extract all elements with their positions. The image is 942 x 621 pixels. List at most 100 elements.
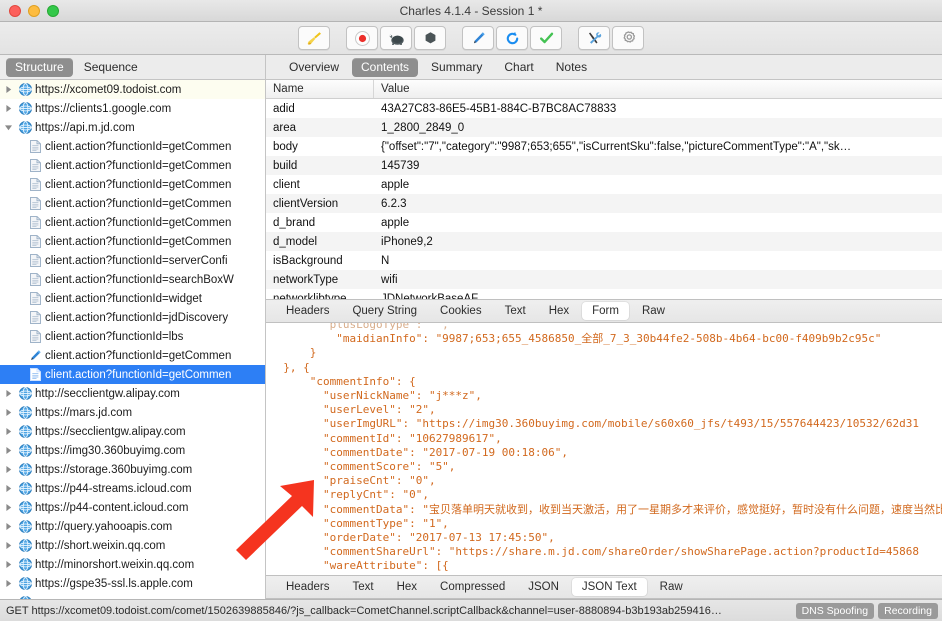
- resp-subtab-hex[interactable]: Hex: [387, 578, 427, 596]
- table-cell-value: wifi: [374, 274, 942, 286]
- disclosure-triangle-down-icon[interactable]: [0, 123, 16, 132]
- tree-request-row[interactable]: client.action?functionId=serverConfi: [0, 251, 265, 270]
- tab-contents[interactable]: Contents: [352, 58, 418, 77]
- table-row[interactable]: body{"offset":"7","category":"9987;653;6…: [266, 137, 942, 156]
- tab-summary[interactable]: Summary: [422, 58, 491, 77]
- table-row[interactable]: adid43A27C83-86E5-45B1-884C-B7BC8AC78833: [266, 99, 942, 118]
- disclosure-triangle-right-icon[interactable]: [0, 579, 16, 588]
- status-badge-dns-spoofing[interactable]: DNS Spoofing: [796, 603, 875, 619]
- tree-request-row[interactable]: client.action?functionId=getCommen: [0, 194, 265, 213]
- tree-request-row[interactable]: client.action?functionId=getCommen: [0, 346, 265, 365]
- tree-request-row[interactable]: client.action?functionId=widget: [0, 289, 265, 308]
- tools-button[interactable]: [578, 26, 610, 50]
- subtab-headers[interactable]: Headers: [276, 302, 339, 320]
- disclosure-triangle-right-icon[interactable]: [0, 408, 16, 417]
- table-row[interactable]: d_brandapple: [266, 213, 942, 232]
- table-row[interactable]: clientVersion6.2.3: [266, 194, 942, 213]
- table-row[interactable]: isBackgroundN: [266, 251, 942, 270]
- tab-notes[interactable]: Notes: [547, 58, 596, 77]
- tree-host-row[interactable]: http://minorshort.weixin.qq.com: [0, 555, 265, 574]
- close-button[interactable]: [9, 5, 21, 17]
- globe-icon: [16, 83, 35, 96]
- tree-host-row[interactable]: http://query.yahooapis.com: [0, 517, 265, 536]
- tab-overview[interactable]: Overview: [280, 58, 348, 77]
- subtab-cookies[interactable]: Cookies: [430, 302, 492, 320]
- tab-sequence[interactable]: Sequence: [75, 58, 147, 77]
- tree-request-row[interactable]: client.action?functionId=jdDiscovery: [0, 308, 265, 327]
- request-form-table[interactable]: Name Value adid43A27C83-86E5-45B1-884C-B…: [266, 80, 942, 299]
- tree-host-row[interactable]: http://short.weixin.qq.com: [0, 536, 265, 555]
- tree-host-row[interactable]: https://secclientgw.alipay.com: [0, 422, 265, 441]
- resp-subtab-headers[interactable]: Headers: [276, 578, 339, 596]
- table-row[interactable]: area1_2800_2849_0: [266, 118, 942, 137]
- column-header-value[interactable]: Value: [374, 80, 942, 98]
- resp-subtab-raw[interactable]: Raw: [650, 578, 693, 596]
- table-cell-value: JDNetworkBaseAF: [374, 293, 942, 300]
- record-button[interactable]: [346, 26, 378, 50]
- tree-request-row[interactable]: client.action?functionId=getCommen: [0, 156, 265, 175]
- tree-request-row[interactable]: client.action?functionId=getCommen: [0, 365, 265, 384]
- table-row[interactable]: build145739: [266, 156, 942, 175]
- resp-subtab-json-text[interactable]: JSON Text: [572, 578, 647, 596]
- disclosure-triangle-right-icon[interactable]: [0, 541, 16, 550]
- column-header-name[interactable]: Name: [266, 80, 374, 98]
- tree-host-row[interactable]: https://mars.jd.com: [0, 403, 265, 422]
- session-tree[interactable]: https://xcomet09.todoist.comhttps://clie…: [0, 80, 266, 599]
- tree-request-row[interactable]: client.action?functionId=getCommen: [0, 213, 265, 232]
- tree-request-row[interactable]: client.action?functionId=getCommen: [0, 232, 265, 251]
- resp-subtab-json[interactable]: JSON: [518, 578, 569, 596]
- resp-subtab-text[interactable]: Text: [342, 578, 383, 596]
- tree-request-row[interactable]: client.action?functionId=lbs: [0, 327, 265, 346]
- disclosure-triangle-right-icon[interactable]: [0, 85, 16, 94]
- tree-host-row[interactable]: https://img30.360buyimg.com: [0, 441, 265, 460]
- table-row[interactable]: networklibtypeJDNetworkBaseAF: [266, 289, 942, 299]
- disclosure-triangle-right-icon[interactable]: [0, 465, 16, 474]
- minimize-button[interactable]: [28, 5, 40, 17]
- disclosure-triangle-right-icon[interactable]: [0, 598, 16, 599]
- clear-session-button[interactable]: [298, 26, 330, 50]
- tree-host-row[interactable]: https://gspe35-ssl.ls.apple.com: [0, 574, 265, 593]
- tree-request-row[interactable]: client.action?functionId=getCommen: [0, 137, 265, 156]
- tree-row-label: client.action?functionId=getCommen: [45, 141, 231, 153]
- table-row[interactable]: clientapple: [266, 175, 942, 194]
- disclosure-triangle-right-icon[interactable]: [0, 484, 16, 493]
- disclosure-triangle-right-icon[interactable]: [0, 104, 16, 113]
- repeat-button[interactable]: [496, 26, 528, 50]
- tree-host-row[interactable]: [0, 593, 265, 599]
- disclosure-triangle-right-icon[interactable]: [0, 427, 16, 436]
- disclosure-triangle-right-icon[interactable]: [0, 446, 16, 455]
- disclosure-triangle-right-icon[interactable]: [0, 522, 16, 531]
- table-row[interactable]: networkTypewifi: [266, 270, 942, 289]
- response-json-view[interactable]: "plusLogoType": "", "maidianInfo": "9987…: [266, 323, 942, 575]
- validate-button[interactable]: [530, 26, 562, 50]
- tree-request-row[interactable]: client.action?functionId=searchBoxW: [0, 270, 265, 289]
- disclosure-triangle-right-icon[interactable]: [0, 560, 16, 569]
- breakpoints-button[interactable]: [414, 26, 446, 50]
- disclosure-triangle-right-icon[interactable]: [0, 389, 16, 398]
- disclosure-triangle-right-icon[interactable]: [0, 503, 16, 512]
- resp-subtab-compressed[interactable]: Compressed: [430, 578, 515, 596]
- document-icon: [26, 254, 45, 267]
- tab-structure[interactable]: Structure: [6, 58, 73, 77]
- subtab-hex[interactable]: Hex: [539, 302, 579, 320]
- subtab-raw[interactable]: Raw: [632, 302, 675, 320]
- tab-chart[interactable]: Chart: [495, 58, 542, 77]
- subtab-query-string[interactable]: Query String: [342, 302, 427, 320]
- status-badge-recording[interactable]: Recording: [878, 603, 938, 619]
- tree-request-row[interactable]: client.action?functionId=getCommen: [0, 175, 265, 194]
- tree-host-row[interactable]: https://storage.360buyimg.com: [0, 460, 265, 479]
- settings-button[interactable]: [612, 26, 644, 50]
- subtab-text[interactable]: Text: [495, 302, 536, 320]
- tree-host-row[interactable]: https://p44-streams.icloud.com: [0, 479, 265, 498]
- table-row[interactable]: d_modeliPhone9,2: [266, 232, 942, 251]
- compose-button[interactable]: [462, 26, 494, 50]
- tree-host-row[interactable]: https://api.m.jd.com: [0, 118, 265, 137]
- tree-host-row[interactable]: https://clients1.google.com: [0, 99, 265, 118]
- tree-host-row[interactable]: http://secclientgw.alipay.com: [0, 384, 265, 403]
- tree-host-row[interactable]: https://p44-content.icloud.com: [0, 498, 265, 517]
- throttle-button[interactable]: [380, 26, 412, 50]
- subtab-form[interactable]: Form: [582, 302, 629, 320]
- tree-host-row[interactable]: https://xcomet09.todoist.com: [0, 80, 265, 99]
- tree-row-label: client.action?functionId=serverConfi: [45, 255, 228, 267]
- zoom-button[interactable]: [47, 5, 59, 17]
